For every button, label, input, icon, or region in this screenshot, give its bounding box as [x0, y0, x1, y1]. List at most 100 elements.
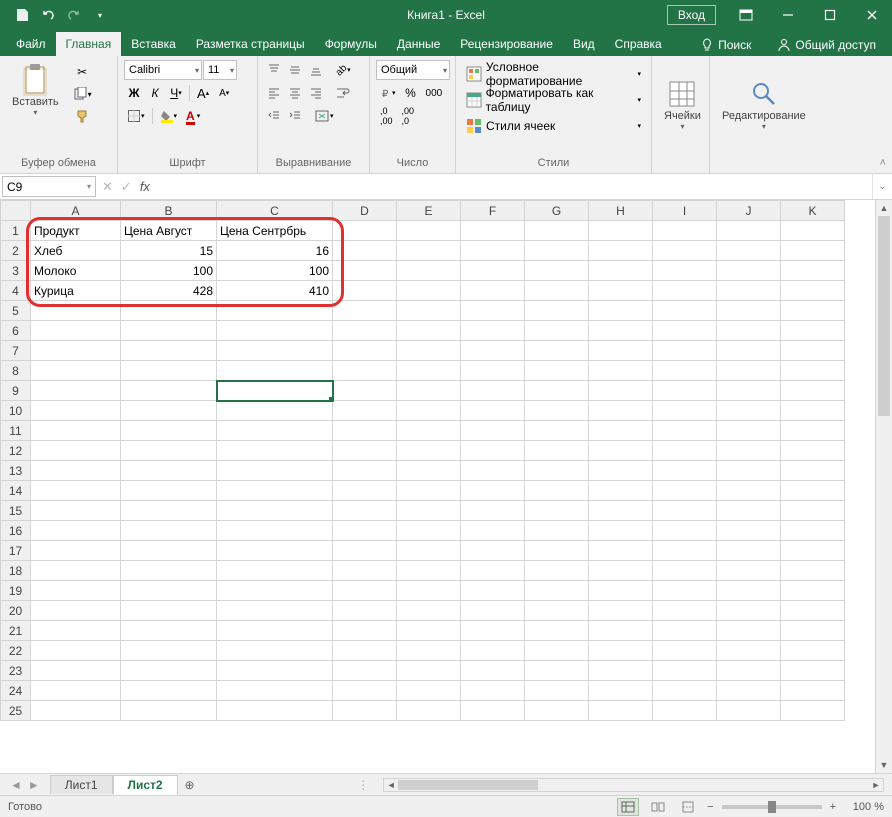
fill-color-button[interactable]: ▾: [156, 106, 182, 126]
align-left-button[interactable]: [264, 83, 284, 103]
cell-I25[interactable]: [653, 701, 717, 721]
cell-G4[interactable]: [525, 281, 589, 301]
cell-J10[interactable]: [717, 401, 781, 421]
cell-K13[interactable]: [781, 461, 845, 481]
cell-K17[interactable]: [781, 541, 845, 561]
cell-G25[interactable]: [525, 701, 589, 721]
cell-E5[interactable]: [397, 301, 461, 321]
cell-J24[interactable]: [717, 681, 781, 701]
row-header[interactable]: 18: [1, 561, 31, 581]
cell-K22[interactable]: [781, 641, 845, 661]
cell-F8[interactable]: [461, 361, 525, 381]
cell-J15[interactable]: [717, 501, 781, 521]
cell-B3[interactable]: 100: [121, 261, 217, 281]
align-right-button[interactable]: [306, 83, 326, 103]
cell-H4[interactable]: [589, 281, 653, 301]
cell-K7[interactable]: [781, 341, 845, 361]
cell-A2[interactable]: Хлеб: [31, 241, 121, 261]
cell-I14[interactable]: [653, 481, 717, 501]
cell-E14[interactable]: [397, 481, 461, 501]
row-header[interactable]: 5: [1, 301, 31, 321]
cell-F2[interactable]: [461, 241, 525, 261]
cell-I6[interactable]: [653, 321, 717, 341]
row-header[interactable]: 8: [1, 361, 31, 381]
cell-I17[interactable]: [653, 541, 717, 561]
cell-I4[interactable]: [653, 281, 717, 301]
expand-formula-bar-icon[interactable]: ⌄: [872, 174, 892, 199]
row-header[interactable]: 13: [1, 461, 31, 481]
cell-F22[interactable]: [461, 641, 525, 661]
cell-B1[interactable]: Цена Август: [121, 221, 217, 241]
column-header[interactable]: G: [525, 201, 589, 221]
cell-H21[interactable]: [589, 621, 653, 641]
cell-A20[interactable]: [31, 601, 121, 621]
sheet-tab-2[interactable]: Лист2: [113, 775, 178, 795]
cell-E22[interactable]: [397, 641, 461, 661]
cell-A15[interactable]: [31, 501, 121, 521]
cell-H14[interactable]: [589, 481, 653, 501]
cell-A1[interactable]: Продукт: [31, 221, 121, 241]
cell-J2[interactable]: [717, 241, 781, 261]
cell-B22[interactable]: [121, 641, 217, 661]
cell-H5[interactable]: [589, 301, 653, 321]
cell-A7[interactable]: [31, 341, 121, 361]
share-button[interactable]: Общий доступ: [771, 34, 882, 56]
cell-J14[interactable]: [717, 481, 781, 501]
cell-H7[interactable]: [589, 341, 653, 361]
cell-J3[interactable]: [717, 261, 781, 281]
cell-K24[interactable]: [781, 681, 845, 701]
cell-D10[interactable]: [333, 401, 397, 421]
column-header[interactable]: J: [717, 201, 781, 221]
row-header[interactable]: 6: [1, 321, 31, 341]
view-page-layout-icon[interactable]: [647, 798, 669, 816]
cell-C19[interactable]: [217, 581, 333, 601]
cell-D25[interactable]: [333, 701, 397, 721]
cell-K9[interactable]: [781, 381, 845, 401]
cell-G8[interactable]: [525, 361, 589, 381]
cell-H22[interactable]: [589, 641, 653, 661]
accounting-format-button[interactable]: ₽▾: [376, 83, 400, 103]
cell-B4[interactable]: 428: [121, 281, 217, 301]
cell-B11[interactable]: [121, 421, 217, 441]
cell-G22[interactable]: [525, 641, 589, 661]
login-button[interactable]: Вход: [667, 5, 716, 25]
cell-J12[interactable]: [717, 441, 781, 461]
cell-F9[interactable]: [461, 381, 525, 401]
column-header[interactable]: B: [121, 201, 217, 221]
cell-C13[interactable]: [217, 461, 333, 481]
cell-B24[interactable]: [121, 681, 217, 701]
cell-D22[interactable]: [333, 641, 397, 661]
cell-I9[interactable]: [653, 381, 717, 401]
cell-F15[interactable]: [461, 501, 525, 521]
font-color-button[interactable]: А▾: [182, 106, 204, 126]
cell-A25[interactable]: [31, 701, 121, 721]
cell-C4[interactable]: 410: [217, 281, 333, 301]
cell-I20[interactable]: [653, 601, 717, 621]
cell-G7[interactable]: [525, 341, 589, 361]
cell-C12[interactable]: [217, 441, 333, 461]
cell-G14[interactable]: [525, 481, 589, 501]
cell-A4[interactable]: Курица: [31, 281, 121, 301]
cell-G1[interactable]: [525, 221, 589, 241]
cell-C15[interactable]: [217, 501, 333, 521]
undo-icon[interactable]: [36, 3, 60, 27]
cell-A9[interactable]: [31, 381, 121, 401]
cell-D16[interactable]: [333, 521, 397, 541]
row-header[interactable]: 16: [1, 521, 31, 541]
cell-J19[interactable]: [717, 581, 781, 601]
cell-J21[interactable]: [717, 621, 781, 641]
align-center-button[interactable]: [285, 83, 305, 103]
cell-H13[interactable]: [589, 461, 653, 481]
tab-view[interactable]: Вид: [563, 32, 605, 56]
decrease-decimal-button[interactable]: ,00,0: [398, 106, 419, 126]
cell-C22[interactable]: [217, 641, 333, 661]
row-header[interactable]: 2: [1, 241, 31, 261]
scroll-up-icon[interactable]: ▲: [876, 200, 892, 216]
sheet-prev-icon[interactable]: ◄: [10, 778, 22, 792]
cell-B15[interactable]: [121, 501, 217, 521]
cut-button[interactable]: ✂: [69, 62, 96, 82]
cell-E11[interactable]: [397, 421, 461, 441]
minimize-icon[interactable]: [768, 0, 808, 30]
sheet-tab-1[interactable]: Лист1: [50, 775, 113, 794]
row-header[interactable]: 7: [1, 341, 31, 361]
